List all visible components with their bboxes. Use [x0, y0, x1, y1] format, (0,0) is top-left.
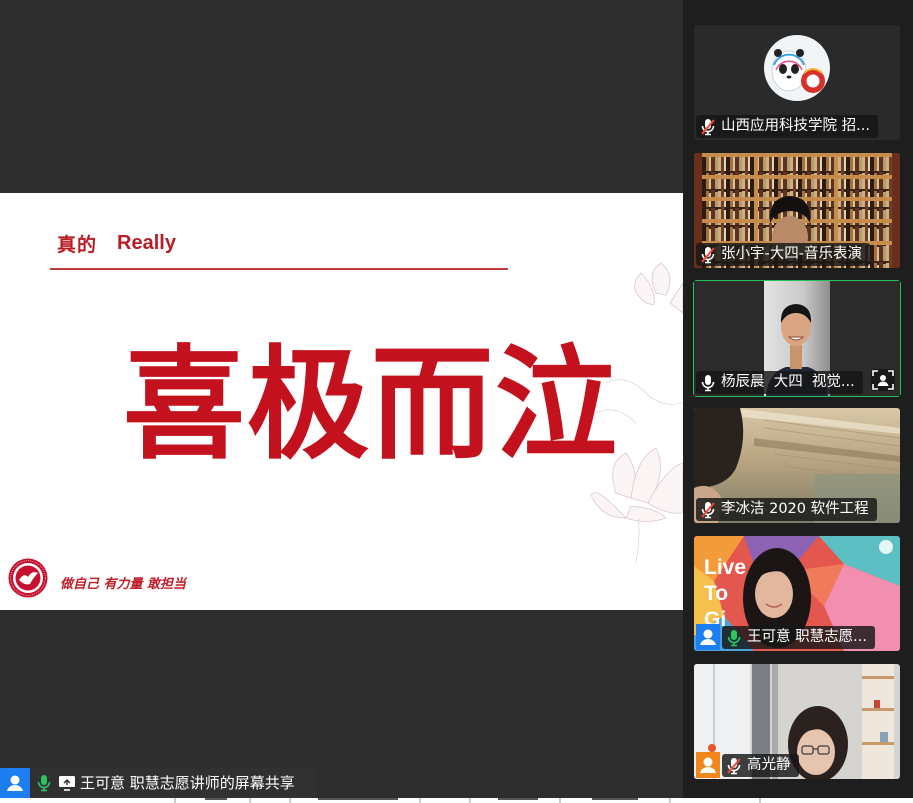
mic-on-icon [726, 629, 742, 647]
background-window-strip [0, 798, 913, 803]
mic-on-icon [36, 774, 52, 792]
mic-muted-icon [700, 501, 716, 519]
channel-logo-icon [879, 540, 893, 554]
video-text-line: To [704, 582, 728, 605]
slide-slogan: 做自己 有力量 敢担当 [60, 577, 187, 592]
participant-name-label: 高光静 [722, 754, 799, 777]
participant-tile[interactable]: 高光静 [694, 664, 900, 779]
participant-name: 高光静 [747, 757, 791, 773]
participant-name: 李冰洁 2020 软件工程 [721, 501, 869, 517]
participant-name-label: 李冰洁 2020 软件工程 [696, 498, 877, 521]
screen-share-label-text: 王可意 职慧志愿讲师的屏幕共享 [80, 774, 295, 792]
participant-tile[interactable]: 李冰洁 2020 软件工程 [694, 408, 900, 523]
participant-name: 山西应用科技学院 招... [721, 118, 870, 134]
participant-panel: 山西应用科技学院 招... 张小宇-大四-音乐表演 杨辰晨 大四 视觉... 李… [683, 0, 913, 798]
participant-name-label: 王可意 职慧志愿... [722, 626, 875, 649]
screen-share-label[interactable]: 王可意 职慧志愿讲师的屏幕共享 [0, 768, 316, 798]
participant-name-label: 杨辰晨 大四 视觉... [696, 371, 863, 394]
participant-tile-active-speaker[interactable]: 杨辰晨 大四 视觉... [693, 280, 901, 397]
slide-heading-en: Really [117, 231, 176, 254]
participant-tile[interactable]: 山西应用科技学院 招... [694, 25, 900, 140]
screen-share-icon [58, 775, 76, 791]
video-text-line: Live [704, 556, 746, 579]
shared-slide: 真的 Really 喜极而泣 做自己 有力量 敢担当 [0, 193, 683, 610]
slide-heading-cn: 真的 [57, 233, 98, 256]
participant-name-label: 山西应用科技学院 招... [696, 115, 878, 138]
mic-muted-icon [726, 757, 742, 775]
mascot-panda [771, 49, 807, 92]
mic-muted-icon [700, 118, 716, 136]
person-icon [0, 768, 30, 798]
participant-name: 王可意 职慧志愿... [747, 629, 867, 645]
participant-name: 张小宇-大四-音乐表演 [721, 246, 862, 262]
school-emblem-icon [8, 558, 48, 598]
slide-divider [50, 268, 508, 270]
lotus-sketch-icon [590, 263, 683, 563]
slide-heading: 真的 Really [57, 230, 176, 256]
participant-name-label: 张小宇-大四-音乐表演 [696, 243, 870, 266]
slide-main-text: 喜极而泣 [123, 332, 619, 476]
participant-tile[interactable]: Live To Gi 王可意 职慧志愿... [694, 536, 900, 651]
shared-screen-area: 真的 Really 喜极而泣 做自己 有力量 敢担当 王可意 职慧志愿讲师的屏幕… [0, 0, 683, 798]
mascot-lantern [801, 68, 825, 93]
person-icon [696, 624, 720, 650]
person-icon [696, 752, 720, 778]
person-frame-icon[interactable] [871, 369, 895, 391]
participant-name: 杨辰晨 大四 视觉... [721, 374, 855, 390]
mic-muted-icon [700, 246, 716, 264]
participant-tile[interactable]: 张小宇-大四-音乐表演 [694, 153, 900, 268]
mic-on-icon [700, 374, 716, 392]
